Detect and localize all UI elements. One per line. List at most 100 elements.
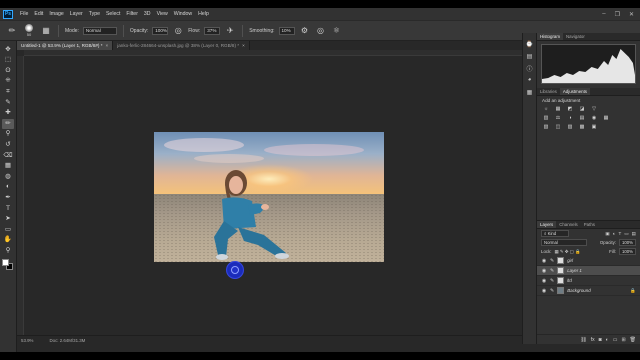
adjustment-icon[interactable]: ▤: [578, 114, 586, 121]
foreground-color[interactable]: [2, 258, 9, 266]
hand-icon[interactable]: ✋: [2, 236, 14, 246]
fill-field[interactable]: 100%: [619, 248, 636, 255]
rectangle-icon[interactable]: ▭: [2, 225, 14, 235]
tab-janko-ferlic[interactable]: janko-ferlic-284664-unsplash.jpg @ 38% (…: [113, 41, 250, 50]
tab-channels[interactable]: Channels: [556, 221, 581, 228]
airbrush-icon[interactable]: ✈: [224, 25, 236, 37]
blend-mode-select[interactable]: Normal: [541, 239, 587, 246]
layer-row[interactable]: ◉ ✎ ltd: [537, 276, 640, 286]
visibility-eye-icon[interactable]: ◉: [541, 288, 547, 294]
zoom-icon[interactable]: ⚲: [2, 246, 14, 256]
dodge-icon[interactable]: ◐: [2, 183, 14, 193]
menu-edit[interactable]: Edit: [31, 11, 46, 17]
close-button[interactable]: ✕: [629, 11, 634, 18]
blur-icon[interactable]: ◍: [2, 172, 14, 182]
pressure-size-icon[interactable]: ◎: [315, 25, 327, 37]
new-layer-icon[interactable]: ⊞: [621, 337, 625, 343]
tab-untitled-1[interactable]: Untitled-1 @ 53.9% (Layer 1, RGB/8#) * ×: [17, 41, 114, 50]
quick-select-icon[interactable]: ⁜: [2, 77, 14, 87]
flow-field[interactable]: 37%: [204, 26, 221, 35]
clone-stamp-icon[interactable]: ⚲: [2, 130, 14, 140]
adjustment-icon[interactable]: ▦: [554, 105, 562, 112]
move-icon[interactable]: ✥: [2, 45, 14, 55]
tab-histogram[interactable]: Histogram: [537, 33, 564, 40]
smoothing-field[interactable]: 10%: [278, 26, 295, 35]
gradient-icon[interactable]: ▦: [2, 162, 14, 172]
adjustment-icon[interactable]: ▣: [590, 123, 598, 130]
color-swatches[interactable]: [2, 258, 14, 271]
shape-filter-icon[interactable]: ▭: [624, 231, 628, 237]
layer-opacity-field[interactable]: 100%: [619, 239, 636, 246]
visibility-eye-icon[interactable]: ◉: [541, 268, 547, 274]
brush-icon[interactable]: ✏: [2, 119, 14, 130]
brush-settings-icon[interactable]: ▦: [40, 25, 52, 37]
menu-filter[interactable]: Filter: [123, 11, 141, 17]
healing-icon[interactable]: ✚: [2, 109, 14, 119]
tab-layers[interactable]: Layers: [537, 221, 557, 228]
color-panel-icon[interactable]: ◕: [525, 75, 535, 85]
add-mask-icon[interactable]: ◙: [599, 337, 602, 343]
menu-view[interactable]: View: [154, 11, 171, 17]
ruler-horizontal[interactable]: [24, 50, 522, 56]
adjustment-icon[interactable]: ▩: [578, 123, 586, 130]
adjustment-icon[interactable]: ◉: [590, 114, 598, 121]
tab-paths[interactable]: Paths: [581, 221, 598, 228]
ruler-vertical[interactable]: [17, 56, 24, 343]
lock-icons[interactable]: ▦ ✎ ✥ ▢ 🔒: [555, 249, 581, 255]
link-layers-icon[interactable]: ⛓: [580, 337, 586, 343]
properties-panel-icon[interactable]: ▤: [525, 51, 535, 61]
layer-row[interactable]: ◉ ✎ girl: [537, 256, 640, 266]
new-group-icon[interactable]: ▭: [613, 337, 618, 343]
tab-adjustments[interactable]: Adjustments: [559, 88, 591, 95]
adjustment-icon[interactable]: ◩: [566, 105, 574, 112]
menu-help[interactable]: Help: [195, 11, 212, 17]
menu-layer[interactable]: Layer: [67, 11, 86, 17]
eraser-icon[interactable]: ⌫: [2, 151, 14, 161]
new-adjustment-icon[interactable]: ◐: [606, 337, 609, 343]
lasso-icon[interactable]: ʘ: [2, 66, 14, 76]
visibility-eye-icon[interactable]: ◉: [541, 258, 547, 264]
minimize-button[interactable]: –: [602, 11, 605, 18]
info-panel-icon[interactable]: ⓘ: [525, 63, 535, 73]
adjustment-icon[interactable]: ◫: [554, 123, 562, 130]
layer-kind-select[interactable]: ⌕ Kind: [541, 230, 569, 237]
pen-icon[interactable]: ✒: [2, 193, 14, 203]
menu-3d[interactable]: 3D: [141, 11, 154, 17]
close-icon[interactable]: ×: [106, 43, 109, 48]
pixel-filter-icon[interactable]: ▣: [605, 231, 609, 237]
adjustment-icon[interactable]: ◪: [578, 105, 586, 112]
adjustment-icon[interactable]: [602, 105, 610, 112]
smart-filter-icon[interactable]: ▤: [632, 231, 636, 237]
layer-row[interactable]: ◉ ✎ Layer 1: [537, 266, 640, 276]
swatches-panel-icon[interactable]: ▦: [525, 87, 535, 97]
adjustment-icon[interactable]: ☼: [542, 105, 550, 112]
brush-tool-icon[interactable]: ✏: [6, 25, 18, 37]
adjustment-icon[interactable]: ◑: [566, 114, 574, 121]
pressure-opacity-icon[interactable]: ◎: [172, 25, 184, 37]
maximize-button[interactable]: ❐: [615, 11, 620, 18]
tab-libraries[interactable]: Libraries: [537, 88, 560, 95]
marquee-icon[interactable]: ⬚: [2, 56, 14, 66]
tab-navigator[interactable]: Navigator: [563, 33, 588, 40]
menu-select[interactable]: Select: [103, 11, 123, 17]
close-icon[interactable]: ×: [242, 43, 245, 48]
adjustment-icon[interactable]: ▽: [590, 105, 598, 112]
document-canvas[interactable]: [154, 132, 384, 262]
history-brush-icon[interactable]: ↺: [2, 140, 14, 150]
type-icon[interactable]: T: [2, 204, 14, 214]
menu-window[interactable]: Window: [171, 11, 195, 17]
visibility-eye-icon[interactable]: ◉: [541, 278, 547, 284]
adjustment-icon[interactable]: [602, 123, 610, 130]
adjustment-icon[interactable]: ▥: [542, 114, 550, 121]
eyedropper-icon[interactable]: ✎: [2, 98, 14, 108]
crop-icon[interactable]: ⌗: [2, 87, 14, 97]
mode-select[interactable]: Normal: [82, 26, 117, 35]
type-filter-icon[interactable]: T: [619, 231, 622, 237]
path-select-icon[interactable]: ➤: [2, 215, 14, 225]
adjustment-icon[interactable]: ▧: [542, 123, 550, 130]
adjustment-icon[interactable]: ⚖: [554, 114, 562, 121]
brush-preset-picker[interactable]: 50: [22, 23, 36, 39]
layer-style-icon[interactable]: fx: [591, 337, 595, 343]
adjustment-icon[interactable]: ▦: [602, 114, 610, 121]
menu-image[interactable]: Image: [46, 11, 66, 17]
